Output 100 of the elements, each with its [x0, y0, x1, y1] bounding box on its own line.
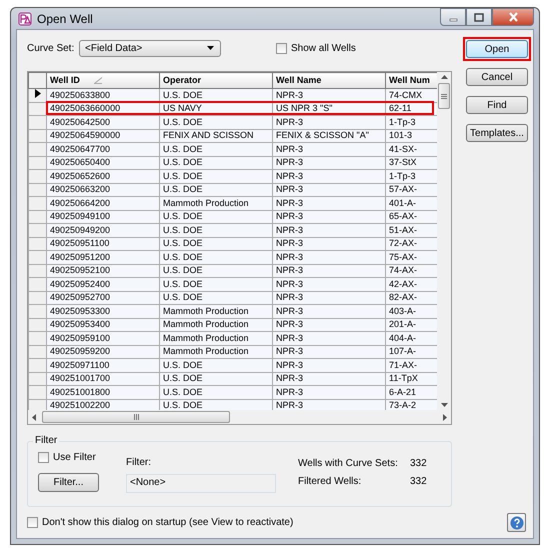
- dialog-button[interactable]: Templates...: [466, 124, 528, 142]
- table-cell: 107-A-: [386, 345, 437, 358]
- window-title: Open Well: [37, 12, 94, 26]
- table-cell: NPR-3: [272, 345, 386, 358]
- table-cell: NPR-3: [272, 399, 386, 410]
- use-filter-checkbox[interactable]: [38, 452, 49, 463]
- table-cell: 72-AX-: [386, 237, 437, 250]
- dialog-button[interactable]: Find: [466, 96, 528, 114]
- current-row-icon: [34, 89, 40, 98]
- table-cell: FENIX & SCISSON "A": [272, 129, 386, 142]
- table-cell: 71-AX-: [386, 358, 437, 372]
- table-cell: NPR-3: [272, 386, 386, 399]
- table-cell: U.S. DOE: [160, 291, 272, 304]
- table-cell: Mammoth Production: [160, 345, 272, 358]
- table-cell: 404-A-: [386, 332, 437, 345]
- table-cell: 490250952700: [46, 291, 160, 304]
- grip-icon: [441, 94, 447, 98]
- table-cell: NPR-3: [272, 224, 386, 237]
- table-cell: U.S. DOE: [160, 250, 272, 264]
- table-cell: NPR-3: [272, 304, 386, 318]
- minimize-button[interactable]: [440, 8, 466, 26]
- scroll-thumb[interactable]: [42, 411, 230, 423]
- table-cell: NPR-3: [272, 116, 386, 129]
- row-selector[interactable]: [28, 88, 46, 102]
- table-cell: 490250971100: [46, 358, 160, 372]
- table-cell: NPR-3: [272, 183, 386, 196]
- column-header[interactable]: Well ID: [46, 72, 160, 88]
- column-header[interactable]: Operator: [160, 72, 272, 88]
- table-cell: NPR-3: [272, 318, 386, 332]
- scroll-right-icon: [443, 414, 447, 420]
- startup-label: Don't show this dialog on startup (see View to reactivate): [42, 517, 294, 528]
- table-cell: Mammoth Production: [160, 196, 272, 210]
- table-cell: U.S. DOE: [160, 237, 272, 250]
- filter-button[interactable]: Filter...: [38, 473, 99, 492]
- table-cell: 490250663200: [46, 183, 160, 196]
- table-cell: U.S. DOE: [160, 358, 272, 372]
- close-button[interactable]: [492, 8, 534, 26]
- table-cell: 490250959200: [46, 345, 160, 358]
- table-cell: NPR-3: [272, 210, 386, 224]
- table-cell: 490250952100: [46, 264, 160, 278]
- scroll-left-icon: [32, 414, 36, 420]
- table-cell: 490250953400: [46, 318, 160, 332]
- table-cell: 490250951100: [46, 237, 160, 250]
- table-cell: U.S. DOE: [160, 116, 272, 129]
- table-cell: 490251001800: [46, 386, 160, 399]
- help-icon: [510, 516, 524, 530]
- table-cell: 6-A-21: [386, 386, 437, 399]
- use-filter-label: Use Filter: [53, 452, 96, 463]
- table-cell: 37-StX: [386, 156, 437, 170]
- table-cell: 490250664200: [46, 196, 160, 210]
- filter-field: <None>: [126, 474, 276, 493]
- help-button[interactable]: [507, 513, 526, 532]
- scroll-up-icon: [440, 75, 448, 79]
- table-cell: FENIX AND SCISSON: [160, 129, 272, 142]
- table-cell: Mammoth Production: [160, 332, 272, 345]
- table-cell: 490250647700: [46, 142, 160, 156]
- table-cell: 57-AX-: [386, 183, 437, 196]
- table-cell: 490250953300: [46, 304, 160, 318]
- startup-checkbox[interactable]: [27, 517, 38, 528]
- group-title: Filter: [33, 435, 60, 446]
- table-cell: U.S. DOE: [160, 278, 272, 291]
- grip-icon: [134, 414, 138, 420]
- table-cell: NPR-3: [272, 358, 386, 372]
- dialog-button[interactable]: Cancel: [466, 68, 528, 86]
- table-cell: U.S. DOE: [160, 264, 272, 278]
- table-cell: NPR-3: [272, 237, 386, 250]
- vertical-scrollbar[interactable]: [437, 72, 451, 410]
- table-cell: 51-AX-: [386, 224, 437, 237]
- table-cell: 490250642500: [46, 116, 160, 129]
- table-cell: 75-AX-: [386, 250, 437, 264]
- curve-set-dropdown[interactable]: <Field Data>: [79, 40, 221, 56]
- column-header[interactable]: Well Name: [272, 72, 386, 88]
- maximize-button[interactable]: [466, 8, 492, 26]
- table-cell: 490250952400: [46, 278, 160, 291]
- table-cell: NPR-3: [272, 372, 386, 386]
- table-cell: 82-AX-: [386, 291, 437, 304]
- curve-set-label: Curve Set:: [27, 42, 76, 54]
- table-cell: 490250949100: [46, 210, 160, 224]
- table-cell: 11-TpX: [386, 372, 437, 386]
- close-icon: [508, 12, 518, 22]
- scroll-thumb[interactable]: [438, 83, 450, 109]
- stat-label: Filtered Wells:: [298, 476, 362, 487]
- table-cell: NPR-3: [272, 250, 386, 264]
- table-cell: 490250652600: [46, 170, 160, 183]
- filter-label: Filter:: [126, 457, 152, 468]
- table-cell: 403-A-: [386, 304, 437, 318]
- table-cell: 1-Tp-3: [386, 170, 437, 183]
- table-cell: 101-3: [386, 129, 437, 142]
- column-header[interactable]: Well Num: [386, 72, 437, 88]
- scroll-down-icon: [440, 403, 448, 407]
- table-cell: U.S. DOE: [160, 399, 272, 410]
- table-cell: 490251001700: [46, 372, 160, 386]
- table-cell: 490250951200: [46, 250, 160, 264]
- show-all-wells-checkbox[interactable]: [276, 42, 287, 54]
- table-cell: 1-Tp-3: [386, 116, 437, 129]
- maximize-icon: [474, 12, 484, 22]
- dialog-button[interactable]: Open: [466, 40, 528, 58]
- table-cell: U.S. DOE: [160, 170, 272, 183]
- table-cell: NPR-3: [272, 278, 386, 291]
- table-cell: 74-AX-: [386, 264, 437, 278]
